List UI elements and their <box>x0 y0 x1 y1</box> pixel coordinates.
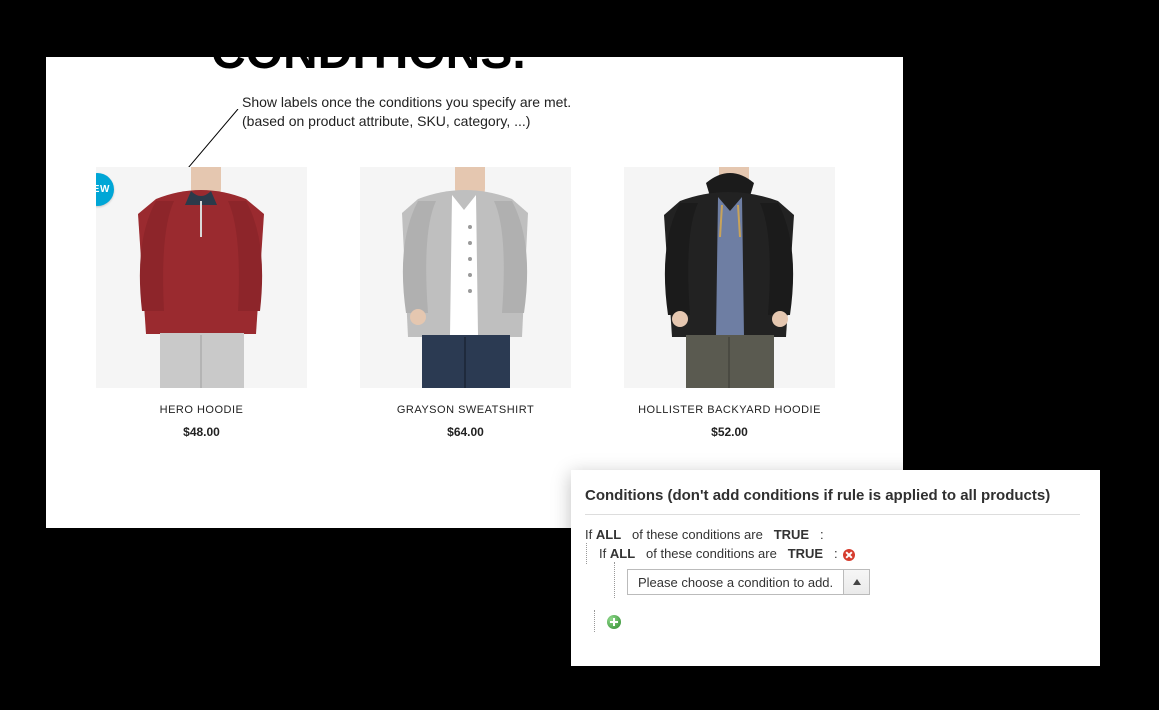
aggregator-toggle[interactable]: ALL <box>596 527 621 542</box>
product-grid: NEW <box>96 167 896 439</box>
product-name: HOLLISTER BACKYARD HOODIE <box>624 404 835 416</box>
product-price: $64.00 <box>360 425 571 439</box>
condition-select-text: Please choose a condition to add. <box>628 570 843 594</box>
subtitle-line-1: Show labels once the conditions you spec… <box>242 93 571 112</box>
add-condition-row <box>607 613 1080 629</box>
product-card[interactable]: GRAYSON SWEATSHIRT $64.00 <box>360 167 571 439</box>
storefront-panel: CONDITIONS. Show labels once the conditi… <box>46 57 903 528</box>
conditions-panel: Conditions (don't add conditions if rule… <box>571 470 1100 666</box>
colon: : <box>834 546 838 561</box>
product-image <box>360 167 571 388</box>
page-subtitle: Show labels once the conditions you spec… <box>242 93 571 131</box>
product-name: HERO HOODIE <box>96 404 307 416</box>
product-card[interactable]: HOLLISTER BACKYARD HOODIE $52.00 <box>624 167 835 439</box>
value-toggle[interactable]: TRUE <box>788 546 823 561</box>
aggregator-toggle[interactable]: ALL <box>610 546 635 561</box>
product-card[interactable]: NEW <box>96 167 307 439</box>
of-these-label: of these conditions are <box>632 527 763 542</box>
divider <box>585 514 1080 515</box>
condition-rule-root: If ALL of these conditions are TRUE : <box>585 527 1080 542</box>
value-toggle[interactable]: TRUE <box>774 527 809 542</box>
product-illustration <box>96 167 307 388</box>
page-title: CONDITIONS. <box>211 29 526 77</box>
product-illustration <box>360 167 571 388</box>
subtitle-line-2: (based on product attribute, SKU, catego… <box>242 112 571 131</box>
remove-condition-icon[interactable] <box>843 549 855 561</box>
product-price: $48.00 <box>96 425 307 439</box>
add-condition-icon[interactable] <box>607 615 621 629</box>
of-these-label: of these conditions are <box>646 546 777 561</box>
condition-chooser-row: Please choose a condition to add. <box>627 565 1080 595</box>
panel-title: Conditions (don't add conditions if rule… <box>585 487 1080 504</box>
condition-rule-nested: If ALL of these conditions are TRUE : <box>599 546 1080 561</box>
product-name: GRAYSON SWEATSHIRT <box>360 404 571 416</box>
if-label: If <box>599 546 606 561</box>
product-illustration <box>624 167 835 388</box>
product-image <box>624 167 835 388</box>
condition-select[interactable]: Please choose a condition to add. <box>627 569 870 595</box>
product-price: $52.00 <box>624 425 835 439</box>
chevron-up-icon <box>853 579 861 585</box>
if-label: If <box>585 527 592 542</box>
product-image: NEW <box>96 167 307 388</box>
colon: : <box>820 527 824 542</box>
condition-select-toggle[interactable] <box>843 570 869 594</box>
